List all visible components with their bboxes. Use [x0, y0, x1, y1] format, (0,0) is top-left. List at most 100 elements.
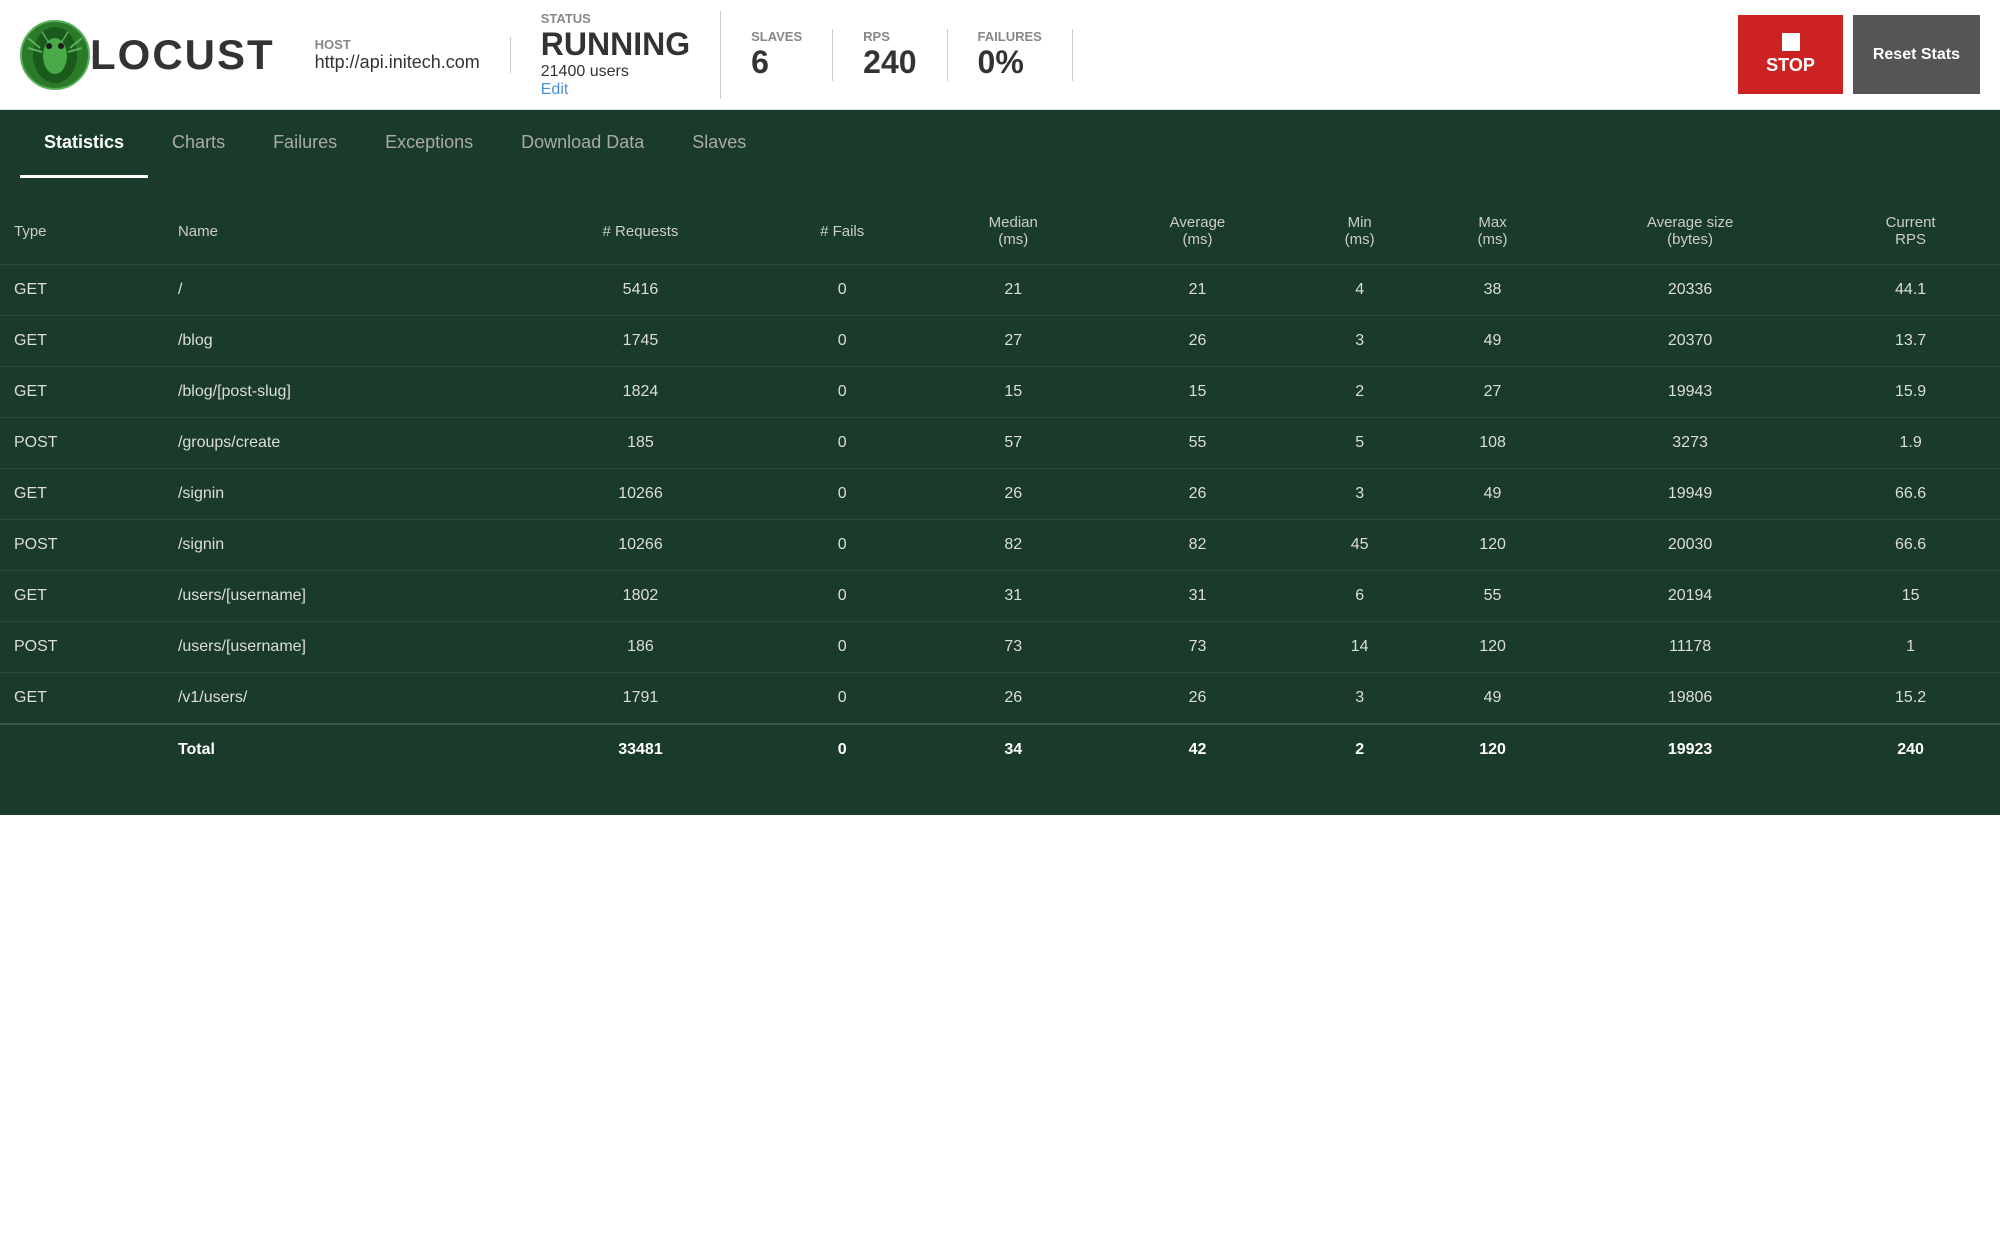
nav: Statistics Charts Failures Exceptions Do…: [0, 110, 2000, 178]
cell-requests: 5416: [521, 265, 759, 316]
total-fails: 0: [759, 724, 924, 775]
cell-average: 15: [1102, 367, 1294, 418]
cell-rps: 13.7: [1821, 316, 2000, 367]
cell-fails: 0: [759, 673, 924, 725]
slaves-section: SLAVES 6: [751, 29, 833, 81]
cell-rps: 15: [1821, 571, 2000, 622]
edit-link[interactable]: Edit: [541, 81, 569, 98]
cell-median: 26: [925, 673, 1102, 725]
cell-requests: 1824: [521, 367, 759, 418]
cell-min: 6: [1293, 571, 1426, 622]
cell-fails: 0: [759, 469, 924, 520]
cell-avg-size: 19806: [1559, 673, 1821, 725]
logo-text: LOCUST: [90, 31, 275, 79]
cell-fails: 0: [759, 265, 924, 316]
col-fails: # Fails: [759, 198, 924, 265]
cell-min: 5: [1293, 418, 1426, 469]
tab-charts[interactable]: Charts: [148, 110, 249, 178]
cell-avg-size: 20194: [1559, 571, 1821, 622]
cell-average: 21: [1102, 265, 1294, 316]
total-requests: 33481: [521, 724, 759, 775]
cell-avg-size: 19949: [1559, 469, 1821, 520]
cell-type: GET: [0, 571, 164, 622]
cell-requests: 1791: [521, 673, 759, 725]
table-row: POST /users/[username] 186 0 73 73 14 12…: [0, 622, 2000, 673]
cell-avg-size: 20370: [1559, 316, 1821, 367]
table-area: Type Name # Requests # Fails Median(ms) …: [0, 178, 2000, 815]
stop-button[interactable]: STOP: [1738, 15, 1843, 94]
stop-label: STOP: [1766, 55, 1815, 76]
tab-failures[interactable]: Failures: [249, 110, 361, 178]
cell-max: 49: [1426, 469, 1559, 520]
cell-rps: 1.9: [1821, 418, 2000, 469]
table-row: POST /groups/create 185 0 57 55 5 108 32…: [0, 418, 2000, 469]
cell-fails: 0: [759, 316, 924, 367]
col-average: Average(ms): [1102, 198, 1294, 265]
cell-average: 55: [1102, 418, 1294, 469]
cell-type: GET: [0, 469, 164, 520]
cell-average: 26: [1102, 316, 1294, 367]
status-section: STATUS RUNNING 21400 users Edit: [541, 11, 721, 99]
cell-fails: 0: [759, 571, 924, 622]
cell-min: 2: [1293, 367, 1426, 418]
cell-rps: 44.1: [1821, 265, 2000, 316]
host-section: HOST http://api.initech.com: [315, 37, 511, 73]
table-row: GET /v1/users/ 1791 0 26 26 3 49 19806 1…: [0, 673, 2000, 725]
total-min: 2: [1293, 724, 1426, 775]
tab-slaves[interactable]: Slaves: [668, 110, 770, 178]
failures-label: FAILURES: [978, 29, 1042, 44]
total-type: [0, 724, 164, 775]
cell-rps: 15.9: [1821, 367, 2000, 418]
col-name: Name: [164, 198, 522, 265]
cell-median: 82: [925, 520, 1102, 571]
cell-median: 26: [925, 469, 1102, 520]
tab-statistics[interactable]: Statistics: [20, 110, 148, 178]
cell-rps: 1: [1821, 622, 2000, 673]
cell-requests: 10266: [521, 469, 759, 520]
cell-name: /: [164, 265, 522, 316]
cell-min: 3: [1293, 469, 1426, 520]
col-type: Type: [0, 198, 164, 265]
tab-exceptions[interactable]: Exceptions: [361, 110, 497, 178]
slaves-label: SLAVES: [751, 29, 802, 44]
stop-icon: [1782, 33, 1800, 51]
cell-min: 45: [1293, 520, 1426, 571]
cell-avg-size: 19943: [1559, 367, 1821, 418]
users-count: 21400 users: [541, 63, 690, 81]
cell-median: 27: [925, 316, 1102, 367]
tab-download-data[interactable]: Download Data: [497, 110, 668, 178]
cell-max: 38: [1426, 265, 1559, 316]
cell-type: GET: [0, 673, 164, 725]
table-row: GET /blog/[post-slug] 1824 0 15 15 2 27 …: [0, 367, 2000, 418]
slaves-value: 6: [751, 44, 802, 81]
cell-requests: 1802: [521, 571, 759, 622]
cell-name: /blog/[post-slug]: [164, 367, 522, 418]
table-total-row: Total 33481 0 34 42 2 120 19923 240: [0, 724, 2000, 775]
table-row: GET /signin 10266 0 26 26 3 49 19949 66.…: [0, 469, 2000, 520]
cell-fails: 0: [759, 520, 924, 571]
cell-fails: 0: [759, 622, 924, 673]
total-rps: 240: [1821, 724, 2000, 775]
cell-rps: 66.6: [1821, 520, 2000, 571]
cell-max: 27: [1426, 367, 1559, 418]
cell-name: /users/[username]: [164, 622, 522, 673]
cell-median: 15: [925, 367, 1102, 418]
cell-type: POST: [0, 418, 164, 469]
statistics-table: Type Name # Requests # Fails Median(ms) …: [0, 198, 2000, 775]
logo-area: LOCUST: [20, 20, 275, 90]
cell-max: 49: [1426, 316, 1559, 367]
cell-average: 82: [1102, 520, 1294, 571]
reset-stats-button[interactable]: Reset Stats: [1853, 15, 1980, 94]
cell-rps: 15.2: [1821, 673, 2000, 725]
logo-icon: [20, 20, 90, 90]
cell-avg-size: 20336: [1559, 265, 1821, 316]
cell-name: /signin: [164, 520, 522, 571]
cell-max: 55: [1426, 571, 1559, 622]
cell-median: 57: [925, 418, 1102, 469]
cell-max: 120: [1426, 520, 1559, 571]
rps-section: RPS 240: [863, 29, 947, 81]
total-max: 120: [1426, 724, 1559, 775]
cell-min: 14: [1293, 622, 1426, 673]
col-avg-size: Average size(bytes): [1559, 198, 1821, 265]
rps-value: 240: [863, 44, 916, 81]
